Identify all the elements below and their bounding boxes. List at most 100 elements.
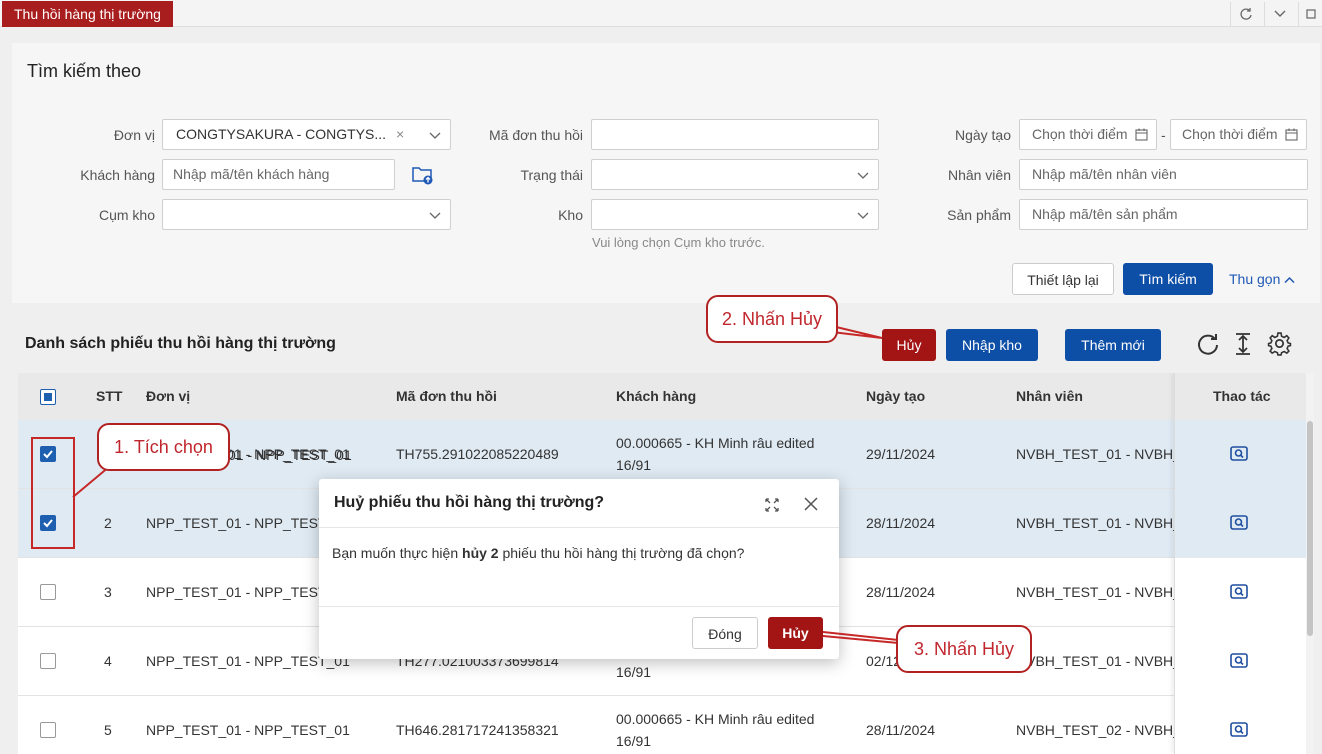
don-vi-value: CONGTYSAKURA - CONGTYS... [176, 126, 387, 142]
kho-select[interactable] [591, 199, 879, 230]
reload-icon[interactable] [1196, 332, 1220, 359]
cell-ma-don[interactable]: TH755.291022085220489 [396, 446, 559, 462]
import-stock-button[interactable]: Nhập kho [946, 329, 1038, 361]
list-title: Danh sách phiếu thu hồi hàng thị trường [25, 335, 336, 352]
expand-icon[interactable] [765, 498, 779, 515]
cell-don-vi: NPP_TEST_01 - NPP_TEST_01 [146, 722, 350, 738]
th-nhan-vien: Nhân viên [1016, 388, 1083, 404]
collapse-label: Thu gọn [1229, 271, 1281, 287]
view-detail-icon[interactable] [1230, 653, 1248, 671]
reset-button[interactable]: Thiết lập lại [1012, 263, 1114, 295]
chevron-down-icon [429, 132, 441, 139]
cum-kho-label: Cụm kho [98, 207, 155, 223]
row-checkbox[interactable] [40, 584, 56, 600]
th-stt: STT [96, 388, 123, 404]
view-detail-icon[interactable] [1230, 584, 1248, 602]
dialog-title: Huỷ phiếu thu hồi hàng thị trường? [334, 494, 605, 511]
chevron-down-icon[interactable] [1264, 2, 1294, 26]
dialog-message-post: phiếu thu hồi hàng thị trường đã chọn? [498, 545, 745, 561]
view-detail-icon[interactable] [1230, 722, 1248, 740]
add-new-button[interactable]: Thêm mới [1065, 329, 1161, 361]
san-pham-placeholder: Nhập mã/tên sản phẩm [1032, 206, 1178, 222]
don-vi-select[interactable]: CONGTYSAKURA - CONGTYS... × [162, 119, 451, 150]
cell-stt: 2 [104, 515, 112, 531]
table-row[interactable]: 5 NPP_TEST_01 - NPP_TEST_01 TH646.281717… [18, 696, 1306, 754]
close-button[interactable]: Đóng [692, 617, 758, 649]
cell-nhan-vien: NVBH_TEST_02 - NVBH_ [1016, 722, 1174, 738]
callout-step3: 3. Nhấn Hủy [896, 625, 1032, 673]
tab-thu-hoi-hang[interactable]: Thu hồi hàng thị trường [2, 1, 173, 27]
table-scrollbar[interactable] [1306, 373, 1314, 754]
cell-nhan-vien: NVBH_TEST_01 - NVBH_ [1016, 515, 1174, 531]
callout-step2: 2. Nhấn Hủy [706, 295, 838, 343]
confirm-cancel-dialog: Huỷ phiếu thu hồi hàng thị trường? Bạn m… [319, 479, 839, 659]
cell-nhan-vien: NVBH_TEST_01 - NVBH_ [1016, 653, 1174, 669]
trang-thai-select[interactable] [591, 159, 879, 190]
cell-stt: 5 [104, 722, 112, 738]
nhan-vien-label: Nhân viên [947, 167, 1011, 183]
cell-khach-hang-line2: 16/91 [616, 733, 652, 749]
th-don-vi: Đơn vị [146, 388, 191, 404]
chevron-down-icon [429, 212, 441, 219]
dialog-message-bold: hủy 2 [462, 545, 499, 561]
cell-khach-hang-line2: 16/91 [616, 664, 652, 680]
folder-upload-icon[interactable] [412, 165, 434, 188]
date-separator: - [1161, 127, 1166, 143]
khach-hang-input[interactable]: Nhập mã/tên khách hàng [162, 159, 395, 190]
cell-khach-hang: 00.000665 - KH Minh râu edited [616, 711, 815, 727]
search-button[interactable]: Tìm kiếm [1123, 263, 1213, 295]
view-detail-icon[interactable] [1230, 446, 1248, 464]
cell-nhan-vien: NVBH_TEST_01 - NVBH_ [1016, 446, 1174, 462]
top-bar: Thu hồi hàng thị trường [0, 0, 1322, 27]
scrollbar-thumb[interactable] [1307, 421, 1313, 636]
chevron-down-icon [857, 172, 869, 179]
close-icon[interactable] [804, 497, 818, 514]
select-all-checkbox[interactable] [40, 389, 56, 405]
nhan-vien-input[interactable]: Nhập mã/tên nhân viên [1019, 159, 1308, 190]
nhan-vien-placeholder: Nhập mã/tên nhân viên [1032, 166, 1177, 182]
collapse-link[interactable]: Thu gọn [1229, 271, 1295, 287]
san-pham-input[interactable]: Nhập mã/tên sản phẩm [1019, 199, 1308, 230]
chevron-down-icon [857, 212, 869, 219]
cell-khach-hang-line2: 16/91 [616, 457, 652, 473]
calendar-icon [1285, 128, 1298, 141]
th-ma-don: Mã đơn thu hồi [396, 388, 497, 404]
cell-ma-don[interactable]: TH646.281717241358321 [396, 722, 559, 738]
view-detail-icon[interactable] [1230, 515, 1248, 533]
clear-icon[interactable]: × [396, 120, 404, 149]
refresh-icon[interactable] [1230, 2, 1260, 26]
cell-khach-hang: 00.000665 - KH Minh râu edited [616, 435, 815, 451]
th-ngay-tao: Ngày tạo [866, 388, 926, 404]
cum-kho-select[interactable] [162, 199, 451, 230]
cancel-button[interactable]: Hủy [882, 329, 936, 361]
khach-hang-label: Khách hàng [80, 167, 155, 183]
cell-ngay-tao: 28/11/2024 [866, 584, 936, 600]
khach-hang-placeholder: Nhập mã/tên khách hàng [173, 166, 330, 182]
th-khach-hang: Khách hàng [616, 388, 697, 404]
confirm-cancel-button[interactable]: Hủy [768, 617, 823, 649]
cell-nhan-vien: NVBH_TEST_01 - NVBH_ [1016, 584, 1174, 600]
row-height-icon[interactable] [1233, 332, 1253, 359]
ngay-tao-from-placeholder: Chọn thời điểm [1032, 126, 1128, 142]
callout-step1: 1. Tích chọn [97, 423, 230, 471]
dialog-message-pre: Bạn muốn thực hiện [332, 545, 463, 561]
ngay-tao-to[interactable]: Chọn thời điểm [1170, 119, 1307, 150]
cell-ngay-tao: 28/11/2024 [866, 722, 936, 738]
table-header: STT Đơn vị Mã đơn thu hồi Khách hàng Ngà… [18, 373, 1306, 420]
don-vi-label: Đơn vị [113, 127, 155, 143]
row-checkbox[interactable] [40, 653, 56, 669]
ngay-tao-to-placeholder: Chọn thời điểm [1182, 126, 1278, 142]
search-panel-title: Tìm kiếm theo [27, 61, 142, 81]
calendar-icon [1135, 128, 1148, 141]
checkbox-highlight-box [31, 437, 75, 549]
ngay-tao-from[interactable]: Chọn thời điểm [1019, 119, 1157, 150]
row-checkbox[interactable] [40, 722, 56, 738]
chevron-up-icon [1284, 276, 1295, 284]
ma-don-input[interactable] [591, 119, 879, 150]
fullscreen-icon[interactable] [1298, 2, 1322, 26]
settings-gear-icon[interactable] [1267, 331, 1292, 359]
ma-don-label: Mã đơn thu hồi [488, 127, 583, 143]
kho-label: Kho [558, 207, 583, 223]
dialog-divider [319, 527, 839, 528]
san-pham-label: Sản phẩm [947, 207, 1011, 223]
